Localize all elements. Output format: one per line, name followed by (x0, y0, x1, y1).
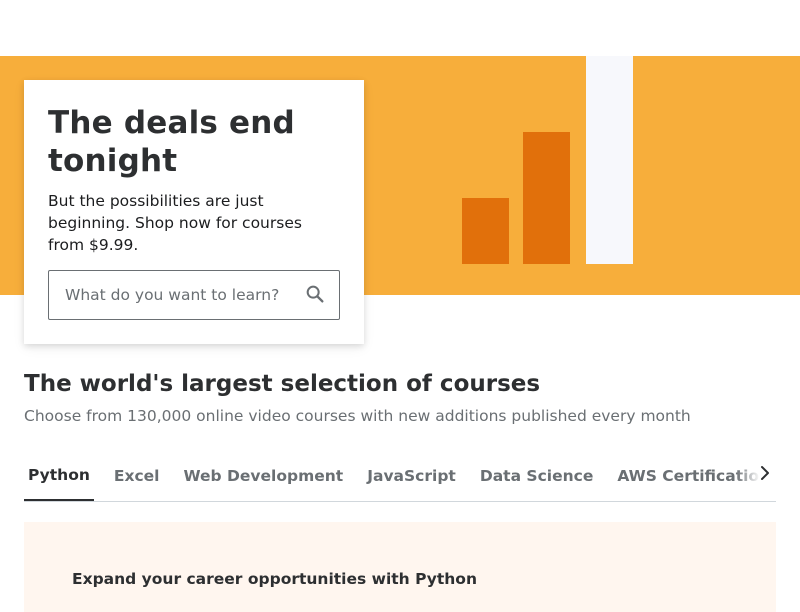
chevron-right-icon (756, 464, 774, 486)
hero-title: The deals end tonight (48, 105, 295, 179)
top-header-bar (0, 0, 800, 56)
search-icon (304, 283, 326, 309)
hero-illustration-bar-tall (586, 56, 633, 264)
tab-web-development[interactable]: Web Development (180, 450, 348, 501)
section-title: The world's largest selection of courses (24, 371, 541, 397)
tabs-next-button[interactable] (736, 450, 776, 500)
tab-python[interactable]: Python (24, 450, 94, 501)
section-subtitle: Choose from 130,000 online video courses… (24, 407, 691, 425)
tab-javascript[interactable]: JavaScript (363, 450, 460, 501)
hero-illustration-bar-short (462, 198, 509, 264)
search-button[interactable] (299, 280, 331, 312)
panel-title: Expand your career opportunities with Py… (72, 570, 477, 588)
search-input[interactable] (65, 272, 291, 318)
hero-card: The deals end tonight But the possibilit… (24, 80, 364, 344)
course-topic-panel: Expand your career opportunities with Py… (24, 522, 776, 612)
search-box (48, 270, 340, 320)
hero-illustration-bar-medium (523, 132, 570, 264)
hero-subtitle: But the possibilities are just beginning… (48, 192, 302, 254)
course-category-tabs: Python Excel Web Development JavaScript … (24, 450, 776, 502)
tab-excel[interactable]: Excel (110, 450, 164, 501)
tab-data-science[interactable]: Data Science (476, 450, 598, 501)
